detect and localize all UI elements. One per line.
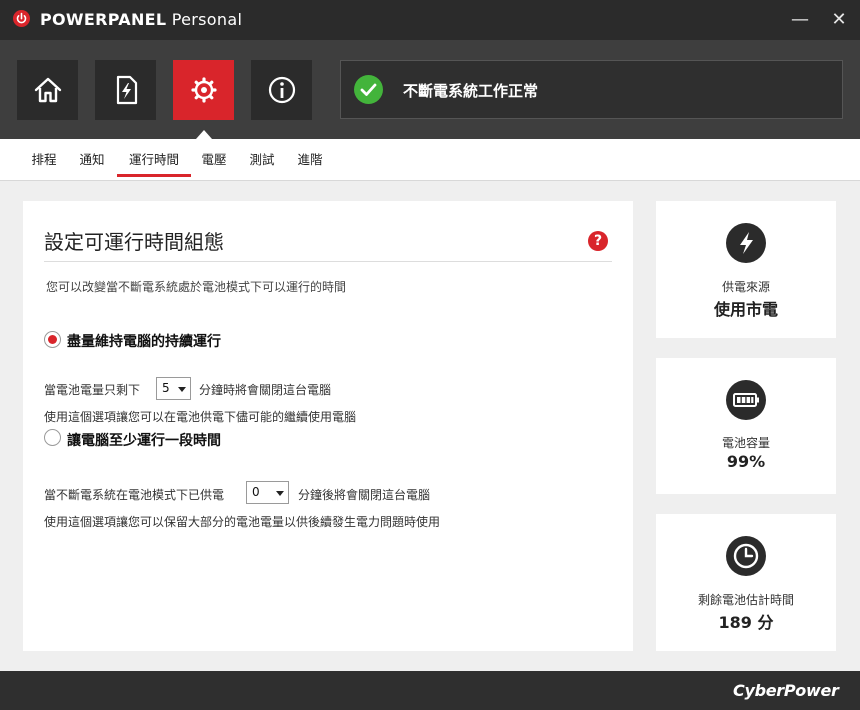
runtime-settings-panel: 設定可運行時間組態 ? 您可以改變當不斷電系統處於電池模式下可以運行的時間 盡量… [23,201,633,651]
option-max-runtime-hint: 使用這個選項讓您可以在電池供電下儘可能的繼續使用電腦 [44,410,357,424]
power-source-card: 供電來源 使用市電 [656,201,836,338]
settings-tabs: 排程 通知 運行時間 電壓 測試 進階 [0,139,860,181]
help-icon[interactable]: ? [588,231,608,251]
title-bar: POWERPANEL Personal — ✕ [0,0,860,40]
power-source-label: 供電來源 [721,280,770,294]
select-value: 5 [162,381,170,395]
info-button[interactable] [251,60,312,120]
select-value: 0 [252,485,260,499]
battery-capacity-label: 電池容量 [721,436,770,450]
ups-status-text: 不斷電系統工作正常 [403,82,539,100]
tab-schedule[interactable]: 排程 [24,139,64,181]
chevron-down-icon [276,491,284,496]
option-max-runtime-text-after: 分鐘時將會關閉這台電腦 [199,383,332,397]
option-min-runtime-label[interactable]: 讓電腦至少運行一段時間 [67,430,221,450]
power-source-value: 使用市電 [713,300,778,319]
status-page-button[interactable] [95,60,156,120]
title-divider [44,261,612,262]
footer: CyberPower [0,671,860,710]
tab-runtime[interactable]: 運行時間 [117,139,191,181]
tab-notification[interactable]: 通知 [72,139,112,181]
settings-button[interactable] [173,60,234,120]
panel-title: 設定可運行時間組態 [44,230,224,254]
option-min-runtime-hint: 使用這個選項讓您可以保留大部分的電池電量以供後續發生電力問題時使用 [44,515,441,529]
app-logo-icon [13,10,30,27]
shutdown-remaining-minutes-select[interactable]: 5 [156,377,191,400]
minimize-button[interactable]: — [788,8,812,32]
battery-icon [726,380,766,420]
clock-icon [726,536,766,576]
runtime-remaining-label: 剩餘電池估計時間 [697,593,794,607]
runtime-remaining-card: 剩餘電池估計時間 189 分 [656,514,836,651]
tab-test[interactable]: 測試 [242,139,282,181]
ups-status-box: 不斷電系統工作正常 [340,60,843,119]
option-min-runtime-radio[interactable] [44,429,61,446]
battery-capacity-card: 電池容量 99% [656,358,836,494]
main-toolbar: 不斷電系統工作正常 [0,40,860,139]
panel-description: 您可以改變當不斷電系統處於電池模式下可以運行的時間 [46,280,347,294]
home-button[interactable] [17,60,78,120]
tab-voltage[interactable]: 電壓 [194,139,234,181]
option-min-runtime-text-after: 分鐘後將會關閉這台電腦 [298,488,431,502]
lightning-icon [726,223,766,263]
content-area: 設定可運行時間組態 ? 您可以改變當不斷電系統處於電池模式下可以運行的時間 盡量… [0,181,860,671]
runtime-remaining-value: 189 分 [718,613,774,632]
home-icon [34,77,62,103]
close-button[interactable]: ✕ [827,8,851,32]
battery-capacity-value: 99% [726,452,766,471]
lightning-document-icon [116,75,138,105]
option-max-runtime-text-before: 當電池電量只剩下 [44,383,141,397]
brand-logo: CyberPower [733,681,839,700]
tab-advanced[interactable]: 進階 [290,139,330,181]
option-max-runtime-radio[interactable] [44,331,61,348]
active-tool-pointer [196,130,212,139]
check-circle-icon [354,75,383,104]
gear-icon [191,77,217,103]
info-icon [268,76,296,104]
shutdown-after-minutes-select[interactable]: 0 [246,481,289,504]
app-title: POWERPANEL Personal [40,10,243,29]
option-min-runtime-text-before: 當不斷電系統在電池模式下已供電 [44,488,225,502]
chevron-down-icon [178,387,186,392]
option-max-runtime-label[interactable]: 盡量維持電腦的持續運行 [67,331,221,351]
